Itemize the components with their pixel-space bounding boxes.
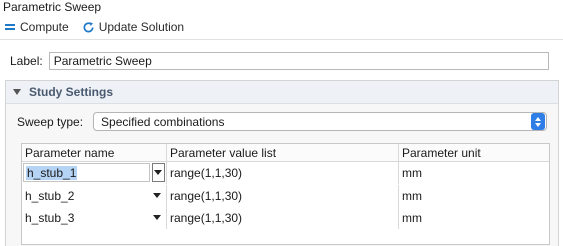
sweep-type-select[interactable]: Specified combinations xyxy=(93,112,548,131)
header-parameter-value-list[interactable]: Parameter value list xyxy=(167,144,399,161)
param-name: h_stub_3 xyxy=(25,211,75,225)
param-name: h_stub_1 xyxy=(26,165,78,180)
compute-icon xyxy=(5,23,15,31)
param-dropdown-button[interactable] xyxy=(152,163,165,182)
table-row[interactable]: h_stub_2 range(1,1,30) mm xyxy=(22,185,549,207)
refresh-icon xyxy=(83,21,94,32)
label-input-value: Parametric Sweep xyxy=(53,54,152,68)
chevron-down-icon[interactable] xyxy=(153,215,161,220)
section-header[interactable]: Study Settings xyxy=(6,81,558,104)
compute-label: Compute xyxy=(20,20,69,34)
header-parameter-unit[interactable]: Parameter unit xyxy=(399,144,549,161)
param-name-cell[interactable]: h_stub_3 xyxy=(22,207,167,229)
param-values-cell[interactable]: range(1,1,30) xyxy=(167,207,399,229)
param-values-cell[interactable]: range(1,1,30) xyxy=(167,185,399,207)
toolbar: Compute Update Solution xyxy=(0,16,563,38)
param-unit-cell[interactable]: mm xyxy=(399,207,549,229)
chevron-down-icon[interactable] xyxy=(153,193,161,198)
param-name: h_stub_2 xyxy=(25,189,75,203)
sweep-type-label: Sweep type: xyxy=(17,114,84,129)
toolbar-divider xyxy=(0,39,563,40)
table-row[interactable]: h_stub_1 range(1,1,30) mm xyxy=(22,162,549,184)
param-name-editor[interactable]: h_stub_1 xyxy=(23,163,150,182)
update-solution-button[interactable]: Update Solution xyxy=(82,20,184,34)
table-header: Parameter name Parameter value list Para… xyxy=(22,144,549,162)
param-unit-cell[interactable]: mm xyxy=(399,185,549,207)
sweep-type-value: Specified combinations xyxy=(101,114,225,129)
study-settings-section: Study Settings Sweep type: Specified com… xyxy=(5,80,559,246)
select-arrows-icon[interactable] xyxy=(531,113,546,130)
sweep-type-row: Sweep type: Specified combinations xyxy=(17,112,548,131)
parameter-table: Parameter name Parameter value list Para… xyxy=(21,143,550,245)
label-input[interactable]: Parametric Sweep xyxy=(48,52,549,70)
triangle-down-icon[interactable] xyxy=(13,89,21,95)
header-parameter-name[interactable]: Parameter name xyxy=(22,144,167,161)
section-title: Study Settings xyxy=(29,85,114,99)
chevron-down-icon xyxy=(154,170,162,175)
update-solution-label: Update Solution xyxy=(98,20,185,34)
param-unit-cell[interactable]: mm xyxy=(399,162,549,184)
param-name-cell[interactable]: h_stub_1 xyxy=(22,162,167,184)
table-row[interactable]: h_stub_3 range(1,1,30) mm xyxy=(22,207,549,229)
param-values-cell[interactable]: range(1,1,30) xyxy=(167,162,399,184)
window-title: Parametric Sweep xyxy=(3,0,102,14)
label-row: Label: Parametric Sweep xyxy=(0,50,549,72)
label-caption: Label: xyxy=(10,54,43,68)
compute-button[interactable]: Compute xyxy=(5,20,69,34)
param-name-cell[interactable]: h_stub_2 xyxy=(22,185,167,207)
